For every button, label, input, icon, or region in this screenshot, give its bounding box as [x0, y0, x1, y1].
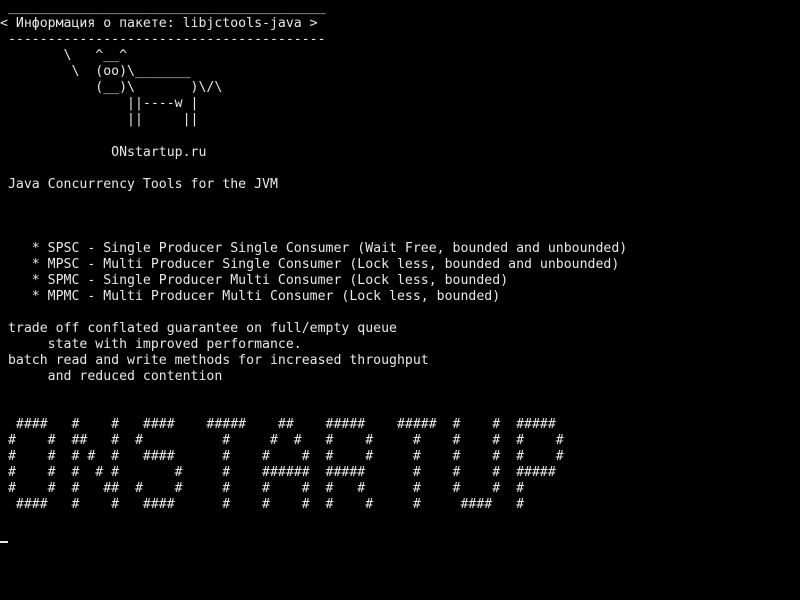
banner-line: # # ## # # # # # # # # # # # #: [0, 433, 564, 448]
bubble-bottom-border: ----------------------------------------: [0, 32, 326, 47]
note-line: state with improved performance.: [0, 337, 302, 352]
text-cursor: [0, 541, 8, 543]
feature-line: * SPMC - Single Producer Multi Consumer …: [0, 273, 509, 288]
terminal-screen[interactable]: ________________________________________…: [0, 0, 800, 600]
bubble-top-border: ________________________________________: [0, 0, 326, 15]
cow-art-line: (__)\ )\/\: [0, 80, 223, 95]
bubble-text: < Информация о пакете: libjctools-java >: [0, 16, 318, 31]
package-description: Java Concurrency Tools for the JVM: [0, 177, 278, 192]
note-line: batch read and write methods for increas…: [0, 353, 429, 368]
banner-line: # # # # # #### # # # # # # # # # #: [0, 449, 564, 464]
feature-line: * SPSC - Single Producer Single Consumer…: [0, 241, 628, 256]
feature-line: * MPMC - Multi Producer Multi Consumer (…: [0, 289, 501, 304]
banner-line: #### # # #### # # # # # # #### #: [0, 497, 525, 512]
cow-art-line: ||----w |: [0, 96, 199, 111]
note-line: trade off conflated guarantee on full/em…: [0, 321, 397, 336]
feature-line: * MPSC - Multi Producer Single Consumer …: [0, 257, 620, 272]
cow-art-line: \ (oo)\_______: [0, 64, 191, 79]
banner-line: #### # # #### ##### ## ##### ##### # # #…: [0, 417, 556, 432]
cow-art-line: || ||: [0, 112, 199, 127]
note-line: and reduced contention: [0, 369, 223, 384]
cow-art-line: \ ^__^: [0, 48, 128, 63]
banner-line: # # # # # # # ###### ##### # # # #####: [0, 465, 556, 480]
banner-line: # # # ## # # # # # # # # # # #: [0, 481, 525, 496]
site-label: ONstartup.ru: [0, 145, 207, 160]
